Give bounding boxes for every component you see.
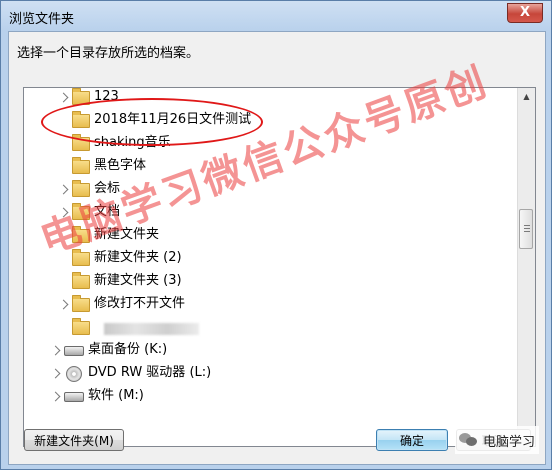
tree-item-label: 软件 (M:) [88,388,144,403]
scroll-up-icon[interactable]: ▲ [518,88,535,105]
expand-arrow-icon[interactable] [50,391,61,402]
tree-item-label: 新建文件夹 (2) [94,250,182,265]
new-folder-button[interactable]: 新建文件夹(M) [24,429,124,451]
title-bar: 浏览文件夹 X [1,1,551,31]
drive-icon [64,392,84,402]
tree-item-label: 桌面备份 (K:) [88,342,168,357]
tree-item-label: 新建文件夹 (3) [94,273,182,288]
expand-arrow-icon[interactable] [58,184,69,195]
browse-folder-dialog: 浏览文件夹 X 选择一个目录存放所选的档案。 123 2018年11月26日文件… [0,0,552,470]
tree-item-new-folder-2[interactable]: 新建文件夹 (2) [24,247,514,269]
tree-item-label: DVD RW 驱动器 (L:) [88,365,212,380]
folder-icon [72,295,90,312]
redacted-label [104,323,199,335]
wechat-badge-label: 电脑学习 [482,434,535,450]
tree-item-desktop-backup-drive[interactable]: 桌面备份 (K:) [24,339,514,361]
ok-button[interactable]: 确定 [376,429,448,451]
expand-arrow-icon[interactable] [58,92,69,103]
wechat-icon [458,432,479,448]
tree-item-software-drive[interactable]: 软件 (M:) [24,385,514,407]
tree-item-dvd-drive[interactable]: DVD RW 驱动器 (L:) [24,362,514,384]
vertical-scrollbar[interactable]: ▲ ▼ [517,88,535,444]
folder-icon [72,318,90,335]
dvd-drive-icon [66,366,82,382]
tree-item-label: 修改打不开文件 [94,296,186,311]
expand-arrow-icon[interactable] [50,345,61,356]
folder-icon [72,157,90,174]
folder-icon [72,272,90,289]
instruction-text: 选择一个目录存放所选的档案。 [17,46,200,61]
tree-item-repair-files[interactable]: 修改打不开文件 [24,293,514,315]
expand-arrow-icon[interactable] [50,368,61,379]
wechat-badge: 电脑学习 [454,426,539,454]
close-button[interactable]: X [507,3,543,23]
window-title: 浏览文件夹 [9,12,75,27]
tree-item-redacted[interactable] [24,316,514,338]
expand-arrow-icon[interactable] [58,299,69,310]
scroll-thumb[interactable] [519,209,533,249]
drive-icon [64,346,84,356]
tree-item-new-folder-3[interactable]: 新建文件夹 (3) [24,270,514,292]
